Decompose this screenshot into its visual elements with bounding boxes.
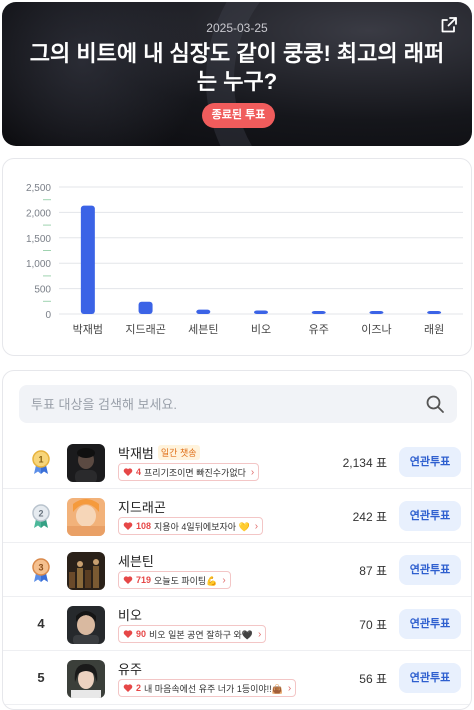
x-tick-label: 비오 <box>251 323 271 336</box>
cheer-text: 비오 일본 공연 잘하구 와🖤 <box>149 629 254 640</box>
related-vote-button[interactable]: 연관투표 <box>399 501 461 531</box>
bar[interactable] <box>427 311 442 314</box>
bar[interactable] <box>196 309 211 314</box>
cheer-count: 2 <box>136 683 142 693</box>
vote-header: 2025-03-25 그의 비트에 내 심장도 같이 쿵쿵! 최고의 래퍼는 누… <box>2 2 472 146</box>
y-tick-label: 1,500 <box>26 234 51 245</box>
cheer-count: 719 <box>136 575 152 585</box>
x-tick-label: 박재범 <box>73 323 103 336</box>
heart-icon <box>123 522 133 530</box>
candidate-row[interactable]: 5 유주 2 내 마음속에선 유주 너가 1등이야!!👜 › 56 표 연관투표 <box>3 653 471 705</box>
candidate-row[interactable]: 2 지드래곤 108 지용아 4일뒤에보자아 💛 › 242 표 연관투표 <box>3 491 471 543</box>
vote-title: 그의 비트에 내 심장도 같이 쿵쿵! 최고의 래퍼는 누구? <box>29 41 445 94</box>
cheer-message[interactable]: 2 내 마음속에선 유주 너가 1등이야!!👜 › <box>118 679 297 697</box>
candidate-list-card: 1 박재범 일간 챗송 4 프리기조이면 빠진수가없다 › 2,134 표 연관… <box>2 370 472 710</box>
rank-number: 5 <box>37 670 45 685</box>
y-tick-label: 500 <box>34 285 51 296</box>
bar[interactable] <box>254 310 268 314</box>
gold-medal-icon: 1 <box>32 450 50 474</box>
vote-count: 56 표 <box>359 672 387 686</box>
cheer-text: 오늘도 파이팅💪 <box>154 575 218 586</box>
svg-text:1: 1 <box>38 455 43 465</box>
vote-count: 87 표 <box>359 564 387 578</box>
cheer-text: 내 마음속에선 유주 너가 1등이야!!👜 <box>144 683 283 694</box>
heart-icon <box>123 576 133 584</box>
vote-date: 2025-03-25 <box>206 21 268 35</box>
rank-number: 4 <box>37 616 45 631</box>
share-external-icon[interactable] <box>440 16 458 34</box>
x-tick-label: 세븐틴 <box>188 323 218 336</box>
search-input[interactable] <box>31 385 411 423</box>
avatar <box>67 498 105 536</box>
cheer-text: 프리기조이면 빠진수가없다 <box>144 467 246 478</box>
cheer-text: 지용아 4일뒤에보자아 💛 <box>154 521 250 532</box>
status-badge: 종료된 투표 <box>202 103 275 128</box>
x-tick-label: 이즈나 <box>361 323 391 336</box>
cheer-count: 90 <box>136 629 147 639</box>
candidate-row[interactable]: 4 비오 90 비오 일본 공연 잘하구 와🖤 › 70 표 연관투표 <box>3 599 471 651</box>
silver-medal-icon: 2 <box>32 504 50 528</box>
vote-count: 2,134 표 <box>342 456 387 470</box>
bar[interactable] <box>138 301 153 314</box>
chevron-right-icon: › <box>287 682 292 694</box>
bar[interactable] <box>369 311 384 314</box>
search-bar <box>19 385 457 423</box>
svg-text:2: 2 <box>38 509 43 519</box>
vote-count: 242 표 <box>352 510 387 524</box>
related-vote-button[interactable]: 연관투표 <box>399 447 461 477</box>
candidate-name: 박재범 <box>118 445 154 461</box>
y-tick-label: 2,500 <box>26 183 51 194</box>
candidate-name: 세븐틴 <box>118 553 154 569</box>
cheer-count: 108 <box>136 521 152 531</box>
vote-bar-chart: 0 500 1,000 1,500 2,000 2,500 박재범 지드래곤 세븐틴 비오 유주 이즈… <box>26 183 463 336</box>
candidate-name: 유주 <box>118 661 142 677</box>
y-tick-label: 1,000 <box>26 259 51 270</box>
daily-badge: 일간 챗송 <box>157 444 200 460</box>
cheer-message[interactable]: 4 프리기조이면 빠진수가없다 › <box>118 463 260 481</box>
avatar <box>67 660 105 698</box>
heart-icon <box>123 468 133 476</box>
x-tick-label: 래원 <box>424 323 444 336</box>
related-vote-button[interactable]: 연관투표 <box>399 609 461 639</box>
related-vote-button[interactable]: 연관투표 <box>399 555 461 585</box>
y-tick-label: 0 <box>45 310 51 321</box>
chevron-right-icon: › <box>254 520 259 532</box>
svg-text:3: 3 <box>38 563 43 573</box>
cheer-message[interactable]: 108 지용아 4일뒤에보자아 💛 › <box>118 517 264 535</box>
related-vote-button[interactable]: 연관투표 <box>399 663 461 693</box>
avatar <box>67 444 105 482</box>
heart-icon <box>123 684 133 692</box>
vote-chart-card: 0 500 1,000 1,500 2,000 2,500 박재범 지드래곤 세븐틴 비오 유주 이즈… <box>2 158 472 356</box>
candidate-name: 지드래곤 <box>118 499 166 515</box>
chevron-right-icon: › <box>258 628 262 640</box>
candidate-name: 비오 <box>118 607 142 623</box>
x-tick-label: 유주 <box>309 323 329 336</box>
bar[interactable] <box>80 205 95 314</box>
avatar <box>67 606 105 644</box>
cheer-message[interactable]: 719 오늘도 파이팅💪 › <box>118 571 231 589</box>
chevron-right-icon: › <box>250 466 255 478</box>
heart-icon <box>123 630 133 638</box>
y-tick-label: 2,000 <box>26 208 51 219</box>
search-icon[interactable] <box>425 394 445 414</box>
x-tick-label: 지드래곤 <box>125 323 165 336</box>
chevron-right-icon: › <box>222 574 226 586</box>
candidate-row[interactable]: 1 박재범 일간 챗송 4 프리기조이면 빠진수가없다 › 2,134 표 연관… <box>3 437 471 489</box>
bronze-medal-icon: 3 <box>32 558 50 582</box>
avatar <box>67 552 105 590</box>
bar[interactable] <box>311 311 326 314</box>
vote-count: 70 표 <box>359 618 387 632</box>
cheer-message[interactable]: 90 비오 일본 공연 잘하구 와🖤 › <box>118 625 267 643</box>
cheer-count: 4 <box>136 467 142 477</box>
candidate-row[interactable]: 3 세븐틴 719 오늘도 파이팅💪 › 87 표 연관투표 <box>3 545 471 597</box>
